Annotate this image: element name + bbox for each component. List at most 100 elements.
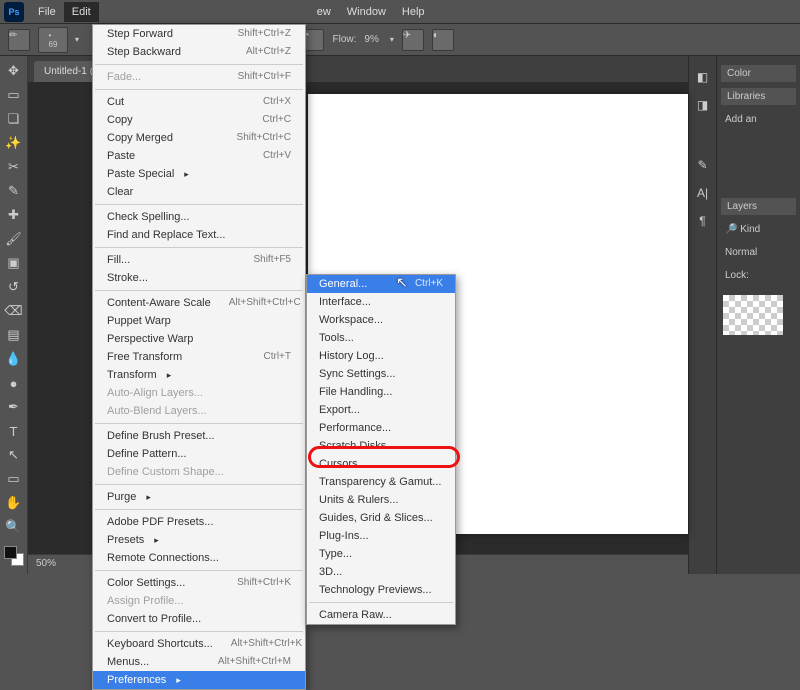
- pref-menu-item[interactable]: Sync Settings...: [307, 365, 455, 383]
- history-brush-icon[interactable]: ↺: [2, 276, 26, 298]
- edit-menu-item[interactable]: Step BackwardAlt+Ctrl+Z: [93, 43, 305, 61]
- pref-menu-item[interactable]: Plug-Ins...: [307, 527, 455, 545]
- wand-tool-icon[interactable]: ✨: [2, 132, 26, 154]
- blur-tool-icon[interactable]: 💧: [2, 348, 26, 370]
- edit-menu-item[interactable]: Fill...Shift+F5: [93, 251, 305, 269]
- menu-window[interactable]: Window: [339, 2, 394, 22]
- edit-menu-item: Auto-Align Layers...: [93, 384, 305, 402]
- layer-thumbnail[interactable]: [723, 295, 783, 335]
- marquee-tool-icon[interactable]: ▭: [2, 84, 26, 106]
- edit-menu-item[interactable]: PasteCtrl+V: [93, 147, 305, 165]
- menu-help[interactable]: Help: [394, 2, 433, 22]
- edit-menu-item[interactable]: Convert to Profile...: [93, 610, 305, 628]
- pref-menu-item[interactable]: Interface...: [307, 293, 455, 311]
- brush-size-box[interactable]: •69 ▾: [38, 27, 79, 53]
- zoom-tool-icon[interactable]: 🔍: [2, 516, 26, 538]
- fg-bg-swatch[interactable]: [4, 546, 24, 566]
- edit-menu-item: Fade...Shift+Ctrl+F: [93, 68, 305, 86]
- pref-menu-item[interactable]: Camera Raw...: [307, 606, 455, 624]
- edit-menu-item[interactable]: Copy MergedShift+Ctrl+C: [93, 129, 305, 147]
- pref-menu-item[interactable]: Cursors...: [307, 455, 455, 473]
- pref-menu-item[interactable]: Type...: [307, 545, 455, 563]
- menu-file[interactable]: File: [30, 2, 64, 22]
- heal-tool-icon[interactable]: ✚: [2, 204, 26, 226]
- pref-menu-item[interactable]: History Log...: [307, 347, 455, 365]
- edit-menu-item[interactable]: Color Settings...Shift+Ctrl+K: [93, 574, 305, 592]
- edit-menu-item[interactable]: Define Pattern...: [93, 445, 305, 463]
- edit-menu-item[interactable]: Content-Aware ScaleAlt+Shift+Ctrl+C: [93, 294, 305, 312]
- edit-menu-item: Define Custom Shape...: [93, 463, 305, 481]
- lasso-tool-icon[interactable]: ❏: [2, 108, 26, 130]
- edit-menu-dropdown: Step ForwardShift+Ctrl+ZStep BackwardAlt…: [92, 24, 306, 690]
- move-tool-icon[interactable]: ✥: [2, 60, 26, 82]
- libraries-panel-tab[interactable]: Libraries: [721, 88, 796, 105]
- pref-menu-item[interactable]: Guides, Grid & Slices...: [307, 509, 455, 527]
- panel-icon-4[interactable]: A|: [691, 182, 715, 204]
- edit-menu-item[interactable]: Free TransformCtrl+T: [93, 348, 305, 366]
- edit-menu-item[interactable]: Perspective Warp: [93, 330, 305, 348]
- edit-menu-item[interactable]: Transform: [93, 366, 305, 384]
- pressure-size-icon[interactable]: ◐: [432, 29, 454, 51]
- pref-menu-item[interactable]: Transparency & Gamut...: [307, 473, 455, 491]
- edit-menu-item[interactable]: Menus...Alt+Shift+Ctrl+M: [93, 653, 305, 671]
- pref-menu-item[interactable]: Tools...: [307, 329, 455, 347]
- airbrush-icon[interactable]: ✈: [402, 29, 424, 51]
- pref-menu-item[interactable]: 3D...: [307, 563, 455, 581]
- pref-menu-item[interactable]: Technology Previews...: [307, 581, 455, 599]
- pref-menu-item[interactable]: File Handling...: [307, 383, 455, 401]
- layers-blend[interactable]: Normal: [717, 243, 800, 262]
- panel-icon-5[interactable]: ¶: [691, 210, 715, 232]
- app-logo: Ps: [4, 2, 24, 22]
- pref-menu-item[interactable]: Performance...: [307, 419, 455, 437]
- gradient-tool-icon[interactable]: ▤: [2, 324, 26, 346]
- edit-menu-item[interactable]: Remote Connections...: [93, 549, 305, 567]
- edit-menu-item[interactable]: Preferences: [93, 671, 305, 689]
- edit-menu-item: Assign Profile...: [93, 592, 305, 610]
- brush-tool-icon[interactable]: 🖌: [2, 228, 26, 250]
- edit-menu-item[interactable]: CutCtrl+X: [93, 93, 305, 111]
- right-panels: ◧ ◨ ✎ A| ¶ Color Libraries Add an Layers…: [688, 56, 800, 574]
- layers-panel-tab[interactable]: Layers: [721, 198, 796, 215]
- path-tool-icon[interactable]: ↖: [2, 444, 26, 466]
- pref-menu-item[interactable]: Units & Rulers...: [307, 491, 455, 509]
- color-panel-tab[interactable]: Color: [721, 65, 796, 82]
- eraser-tool-icon[interactable]: ⌫: [2, 300, 26, 322]
- pref-menu-item[interactable]: Workspace...: [307, 311, 455, 329]
- edit-menu-item[interactable]: CopyCtrl+C: [93, 111, 305, 129]
- edit-menu-item[interactable]: Presets: [93, 531, 305, 549]
- menu-edit[interactable]: Edit: [64, 2, 99, 22]
- edit-menu-item[interactable]: Puppet Warp: [93, 312, 305, 330]
- menu-partial-view[interactable]: ew: [309, 2, 339, 22]
- edit-menu-item[interactable]: Paste Special: [93, 165, 305, 183]
- pref-menu-item[interactable]: Export...: [307, 401, 455, 419]
- chevron-down-icon: ▾: [75, 35, 79, 44]
- layers-kind[interactable]: 🔎 Kind: [717, 220, 800, 239]
- edit-menu-item[interactable]: Clear: [93, 183, 305, 201]
- edit-menu-item[interactable]: Keyboard Shortcuts...Alt+Shift+Ctrl+K: [93, 635, 305, 653]
- panel-icon-3[interactable]: ✎: [691, 154, 715, 176]
- hand-tool-icon[interactable]: ✋: [2, 492, 26, 514]
- pref-menu-item[interactable]: Scratch Disks...: [307, 437, 455, 455]
- crop-tool-icon[interactable]: ✂: [2, 156, 26, 178]
- dodge-tool-icon[interactable]: ●: [2, 372, 26, 394]
- menubar: Ps File Edit ew Window Help: [0, 0, 800, 24]
- tool-preset-icon[interactable]: ✏: [8, 29, 30, 51]
- panel-icon-2[interactable]: ◨: [691, 94, 715, 116]
- panel-icon-1[interactable]: ◧: [691, 66, 715, 88]
- edit-menu-item[interactable]: Find and Replace Text...: [93, 226, 305, 244]
- edit-menu-item[interactable]: Purge: [93, 488, 305, 506]
- pref-menu-item[interactable]: General...Ctrl+K: [307, 275, 455, 293]
- preferences-submenu: General...Ctrl+KInterface...Workspace...…: [306, 274, 456, 625]
- shape-tool-icon[interactable]: ▭: [2, 468, 26, 490]
- eyedropper-tool-icon[interactable]: ✎: [2, 180, 26, 202]
- edit-menu-item[interactable]: Adobe PDF Presets...: [93, 513, 305, 531]
- type-tool-icon[interactable]: T: [2, 420, 26, 442]
- edit-menu-item[interactable]: Define Brush Preset...: [93, 427, 305, 445]
- flow-value[interactable]: 9%: [364, 34, 378, 45]
- edit-menu-item[interactable]: Stroke...: [93, 269, 305, 287]
- edit-menu-item[interactable]: Step ForwardShift+Ctrl+Z: [93, 25, 305, 43]
- zoom-level[interactable]: 50%: [36, 558, 56, 569]
- edit-menu-item[interactable]: Check Spelling...: [93, 208, 305, 226]
- stamp-tool-icon[interactable]: ▣: [2, 252, 26, 274]
- pen-tool-icon[interactable]: ✒: [2, 396, 26, 418]
